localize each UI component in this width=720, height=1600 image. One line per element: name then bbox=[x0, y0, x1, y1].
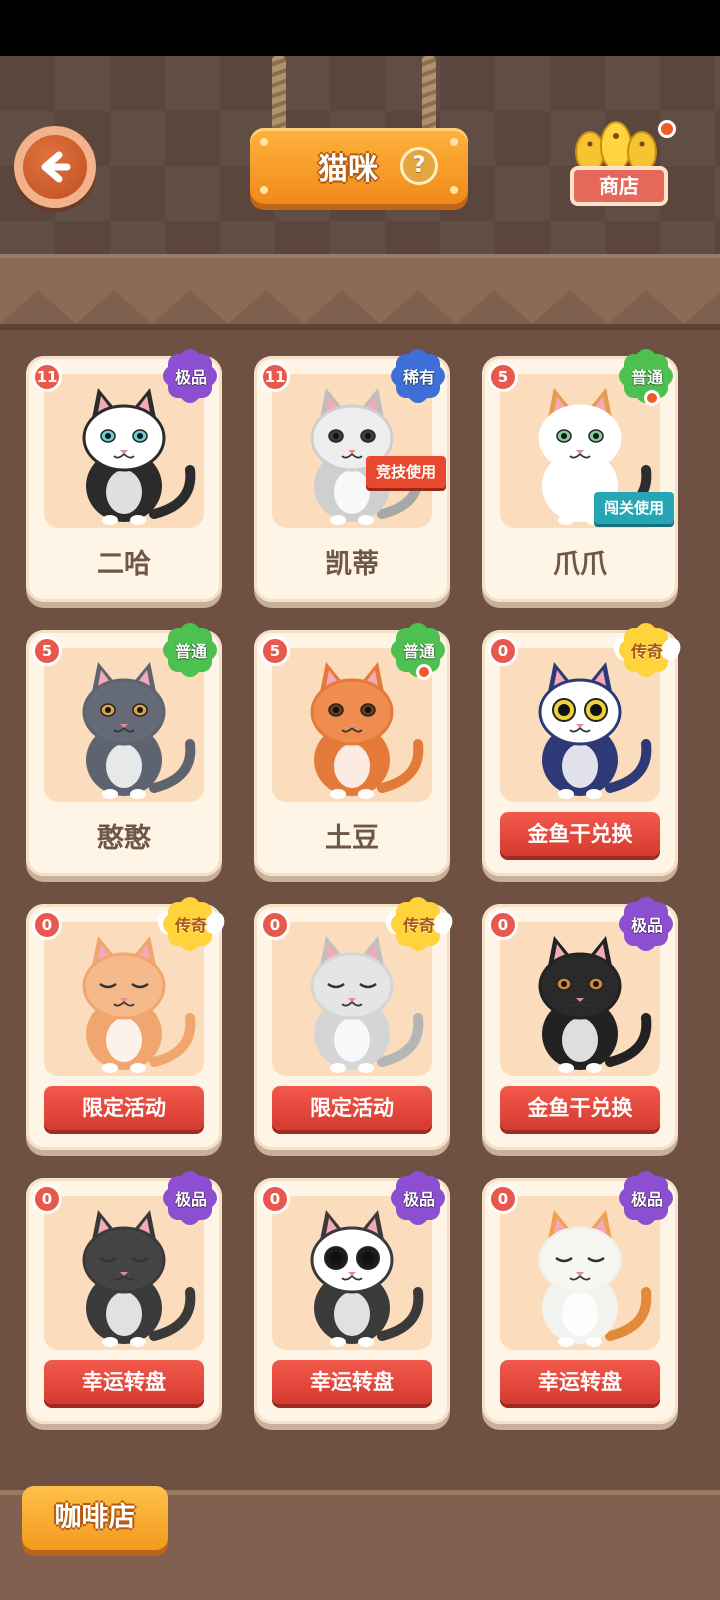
cat-name: 爪爪 bbox=[553, 549, 607, 580]
unlock-method-button[interactable]: 限定活动 bbox=[44, 1086, 204, 1130]
notification-dot bbox=[416, 664, 432, 680]
cat-card[interactable]: 0 极品幸运转盘 bbox=[254, 1176, 450, 1424]
rarity-badge: 极品 bbox=[618, 1174, 676, 1224]
rarity-badge: 极品 bbox=[162, 1174, 220, 1224]
cat-card[interactable]: 5 普通土豆 bbox=[254, 628, 450, 876]
cat-name: 凯蒂 bbox=[325, 549, 379, 580]
level-badge: 11 bbox=[260, 362, 290, 392]
rarity-label: 普通 bbox=[402, 642, 435, 661]
level-badge: 5 bbox=[32, 636, 62, 666]
cat-card[interactable]: 0 极品金鱼干兑换 bbox=[482, 902, 678, 1150]
rarity-label: 极品 bbox=[630, 1190, 663, 1209]
level-badge: 5 bbox=[260, 636, 290, 666]
unlock-method-button[interactable]: 幸运转盘 bbox=[272, 1360, 432, 1404]
cat-card[interactable]: 0 传奇限定活动 bbox=[26, 902, 222, 1150]
rarity-label: 极品 bbox=[174, 1190, 207, 1209]
unlock-method-button[interactable]: 金鱼干兑换 bbox=[500, 1086, 660, 1130]
rope-right bbox=[422, 56, 436, 134]
usage-tag: 竞技使用 bbox=[366, 456, 447, 488]
rarity-label: 普通 bbox=[630, 368, 663, 387]
back-arrow-icon bbox=[23, 135, 87, 199]
back-button[interactable] bbox=[14, 126, 96, 208]
unlock-method-button[interactable]: 幸运转盘 bbox=[500, 1360, 660, 1404]
rarity-badge: 传奇 bbox=[390, 900, 448, 950]
cat-name: 二哈 bbox=[97, 549, 151, 580]
rarity-label: 稀有 bbox=[402, 368, 435, 387]
level-badge: 0 bbox=[488, 636, 518, 666]
unlock-method-button[interactable]: 限定活动 bbox=[272, 1086, 432, 1130]
cat-card[interactable]: 11 稀有竞技使用凯蒂 bbox=[254, 354, 450, 602]
help-button[interactable]: ? bbox=[400, 147, 438, 185]
shop-button[interactable]: 商店 bbox=[560, 118, 678, 212]
cat-card[interactable]: 5 普通憨憨 bbox=[26, 628, 222, 876]
rarity-badge: 传奇 bbox=[618, 626, 676, 676]
rarity-label: 普通 bbox=[174, 642, 207, 661]
rope-left bbox=[272, 56, 286, 134]
level-badge: 11 bbox=[32, 362, 62, 392]
shop-notification-dot bbox=[658, 120, 676, 138]
notification-dot bbox=[644, 390, 660, 406]
unlock-method-button[interactable]: 金鱼干兑换 bbox=[500, 812, 660, 856]
cat-name: 土豆 bbox=[325, 823, 379, 854]
shelf-divider bbox=[0, 254, 720, 330]
level-badge: 0 bbox=[260, 910, 290, 940]
rarity-label: 极品 bbox=[630, 916, 663, 935]
level-badge: 0 bbox=[32, 910, 62, 940]
level-badge: 0 bbox=[488, 1184, 518, 1214]
cat-card[interactable]: 11 极品二哈 bbox=[26, 354, 222, 602]
status-bar bbox=[0, 0, 720, 56]
cat-name: 憨憨 bbox=[97, 823, 151, 854]
rarity-badge: 稀有 bbox=[390, 352, 448, 402]
level-badge: 0 bbox=[488, 910, 518, 940]
rarity-label: 传奇 bbox=[174, 916, 207, 935]
rarity-label: 极品 bbox=[402, 1190, 435, 1209]
level-badge: 5 bbox=[488, 362, 518, 392]
cat-card[interactable]: 0 传奇金鱼干兑换 bbox=[482, 628, 678, 876]
rarity-badge: 传奇 bbox=[162, 900, 220, 950]
unlock-method-button[interactable]: 幸运转盘 bbox=[44, 1360, 204, 1404]
rarity-badge: 极品 bbox=[162, 352, 220, 402]
rarity-badge: 普通 bbox=[162, 626, 220, 676]
cat-card[interactable]: 0 传奇限定活动 bbox=[254, 902, 450, 1150]
cat-card[interactable]: 0 极品幸运转盘 bbox=[26, 1176, 222, 1424]
rarity-label: 极品 bbox=[174, 368, 207, 387]
cat-card[interactable]: 0 极品幸运转盘 bbox=[482, 1176, 678, 1424]
level-badge: 0 bbox=[32, 1184, 62, 1214]
rarity-label: 传奇 bbox=[402, 916, 435, 935]
rarity-badge: 极品 bbox=[618, 900, 676, 950]
cafe-button[interactable]: 咖啡店 bbox=[22, 1486, 168, 1550]
title-sign: 猫咪 ? bbox=[250, 128, 468, 204]
shop-label: 商店 bbox=[570, 166, 668, 206]
rarity-label: 传奇 bbox=[630, 642, 663, 661]
page-title: 猫咪 bbox=[318, 152, 378, 187]
cat-card[interactable]: 5 普通闯关使用爪爪 bbox=[482, 354, 678, 602]
usage-tag: 闯关使用 bbox=[594, 492, 675, 524]
level-badge: 0 bbox=[260, 1184, 290, 1214]
rarity-badge: 极品 bbox=[390, 1174, 448, 1224]
